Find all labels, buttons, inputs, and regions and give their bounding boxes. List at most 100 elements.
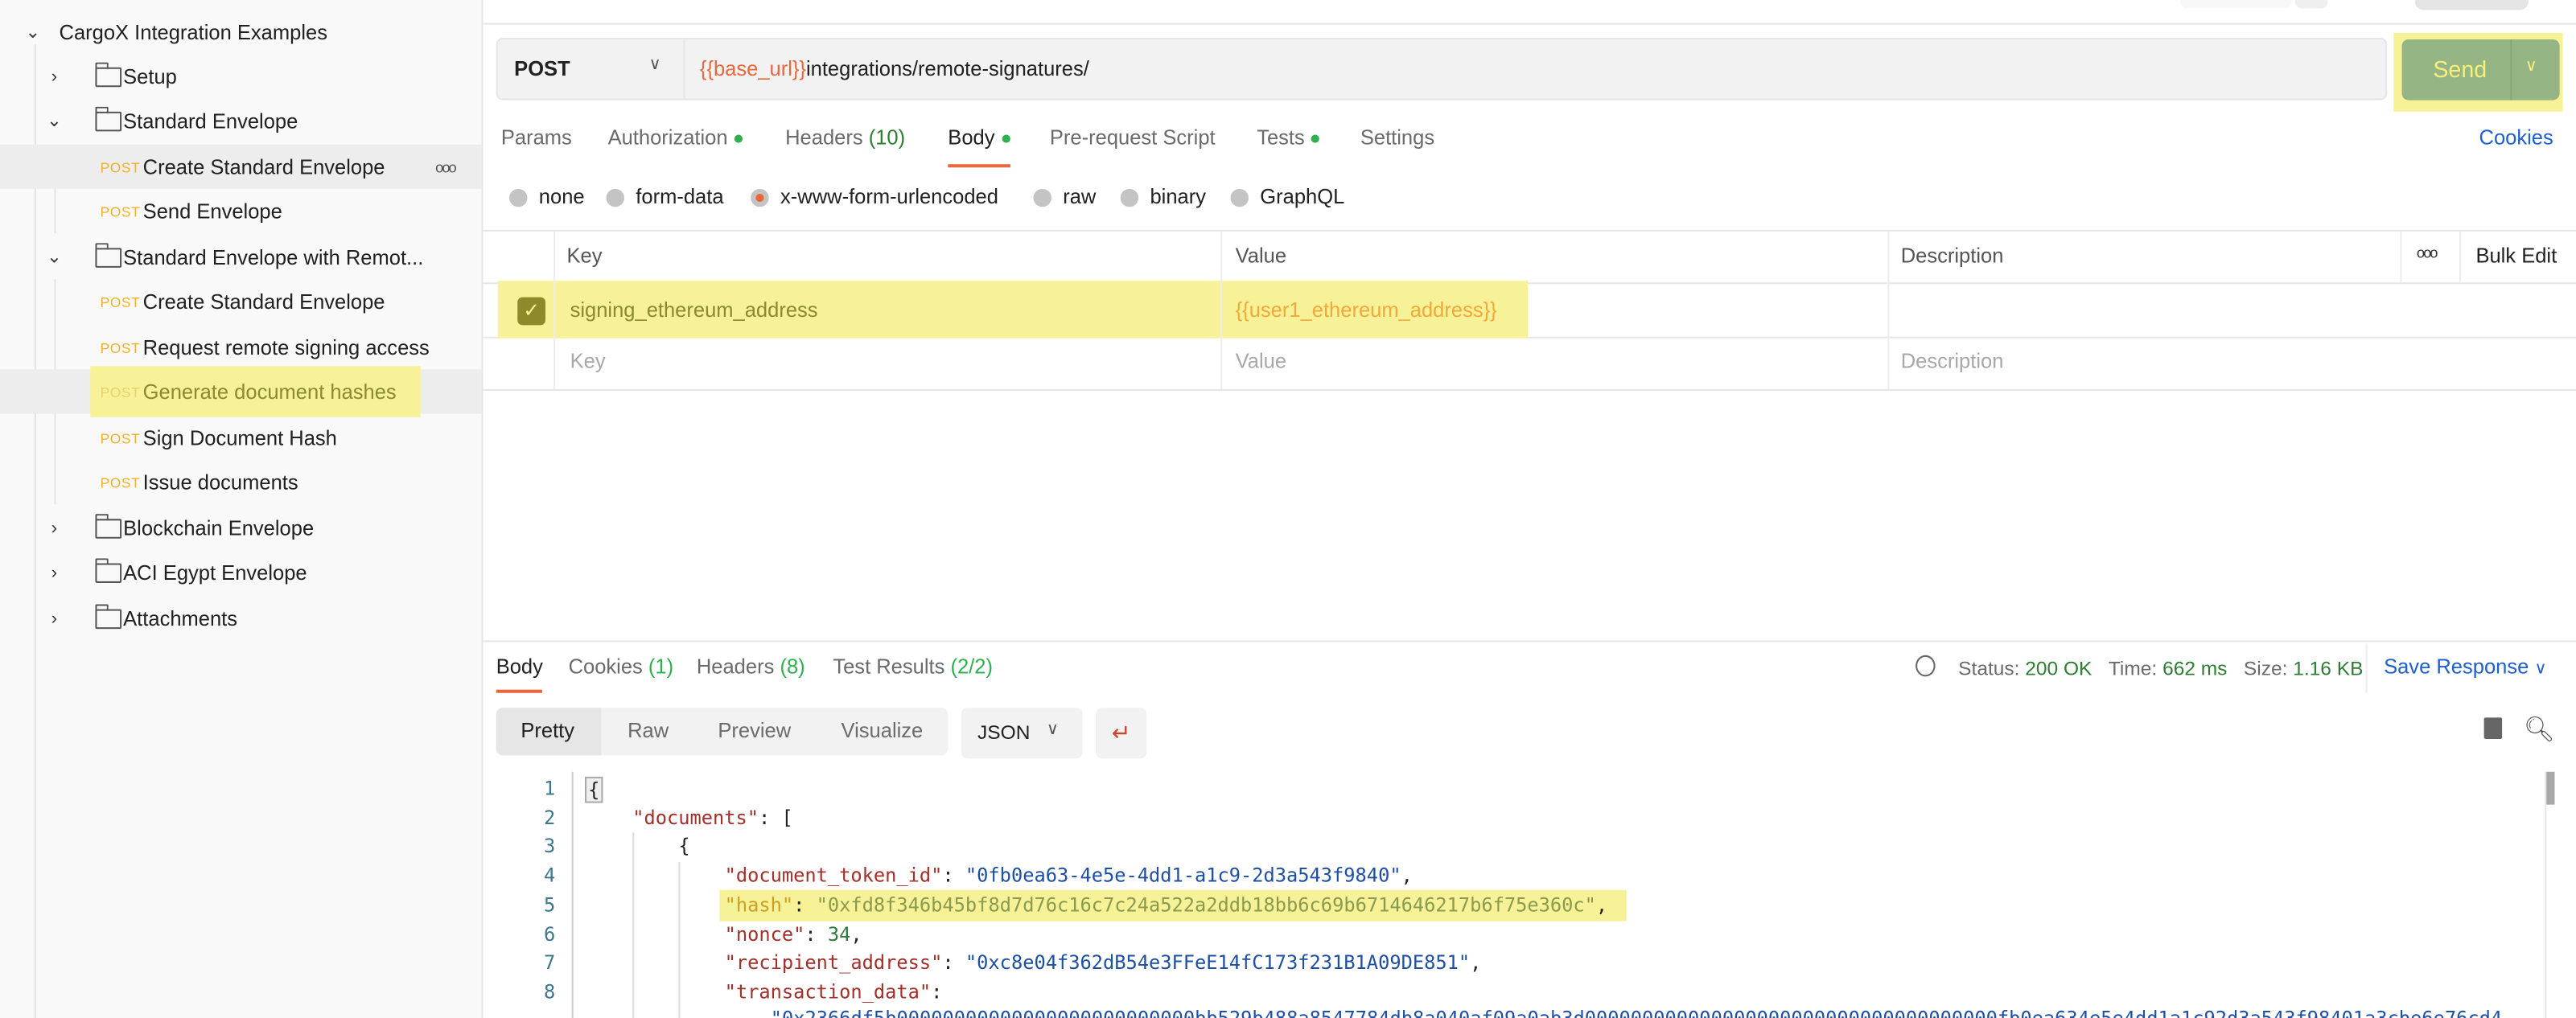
more-options-icon[interactable]: ooo xyxy=(435,158,457,174)
method-value: POST xyxy=(514,57,570,81)
view-mode-visualize[interactable]: Visualize xyxy=(842,719,924,742)
json-value: "0xc8e04f362dB54e3FFeE14fC173f231B1A09DE… xyxy=(965,950,1471,974)
sidebar-folder-blockchain-envelope[interactable]: › Blockchain Envelope xyxy=(0,506,481,550)
radio-raw[interactable]: raw xyxy=(1033,186,1096,208)
radio-graphql[interactable]: GraphQL xyxy=(1230,185,1345,209)
time-label: Time: xyxy=(2108,656,2158,680)
wrap-lines-icon[interactable]: ↵ xyxy=(1096,708,1147,759)
method-badge: POST xyxy=(100,383,141,400)
method-badge: POST xyxy=(100,293,141,310)
row-checkbox[interactable]: ✓ xyxy=(517,297,545,326)
sidebar-request-issue-documents[interactable]: POST Issue documents xyxy=(0,460,481,504)
folder-icon xyxy=(95,603,122,629)
sidebar-folder-standard-envelope-remote[interactable]: ⌄ Standard Envelope with Remot... xyxy=(0,235,481,279)
toolbar-button[interactable] xyxy=(2179,0,2292,9)
sidebar-request-create-standard-envelope[interactable]: POST Create Standard Envelope ooo xyxy=(0,144,482,189)
request-label: Request remote signing access xyxy=(142,335,430,359)
chevron-down-icon[interactable]: ⌄ xyxy=(43,110,66,132)
radio-icon xyxy=(606,187,624,207)
tab-tests[interactable]: Tests xyxy=(1257,126,1320,150)
folder-label: ACI Egypt Envelope xyxy=(123,560,307,584)
chevron-down-icon[interactable]: ∨ xyxy=(2525,57,2537,75)
radio-form-data[interactable]: form-data xyxy=(606,186,724,208)
view-toggle[interactable] xyxy=(2414,0,2529,10)
sidebar-folder-standard-envelope[interactable]: ⌄ Standard Envelope xyxy=(0,99,481,143)
url-input[interactable]: {{base_url}}integrations/remote-signatur… xyxy=(700,57,1089,80)
response-tab-body[interactable]: Body xyxy=(496,655,543,679)
view-mode-preview[interactable]: Preview xyxy=(718,719,791,742)
format-select[interactable]: JSON ∨ xyxy=(961,708,1083,759)
chevron-right-icon[interactable]: › xyxy=(43,609,66,629)
request-label: Sign Document Hash xyxy=(142,425,337,449)
folder-icon xyxy=(95,557,122,582)
copy-icon[interactable] xyxy=(2483,717,2503,739)
value-input[interactable]: Value xyxy=(1236,350,1286,373)
status-value[interactable]: 200 OK xyxy=(2025,657,2092,680)
send-button[interactable]: Send ∨ xyxy=(2401,39,2560,101)
scrollbar-thumb[interactable] xyxy=(2546,771,2555,805)
sidebar-folder-setup[interactable]: › Setup xyxy=(0,54,481,98)
chevron-down-icon[interactable]: ⌄ xyxy=(43,246,66,268)
response-tab-cookies[interactable]: Cookies (1) xyxy=(569,655,674,679)
chevron-right-icon[interactable]: › xyxy=(43,562,66,582)
sidebar-request-generate-document-hashes[interactable]: POST Generate document hashes xyxy=(0,366,482,417)
format-value: JSON xyxy=(977,720,1031,745)
tab-label: Test Results xyxy=(833,655,945,679)
size-value[interactable]: 1.16 KB xyxy=(2293,657,2363,680)
pane-divider[interactable] xyxy=(483,640,2576,642)
toolbar-dropdown[interactable] xyxy=(2294,0,2328,9)
cookies-link[interactable]: Cookies xyxy=(2479,126,2553,150)
radio-none[interactable]: none xyxy=(509,186,585,208)
divider xyxy=(2510,39,2512,101)
chevron-right-icon[interactable]: › xyxy=(43,518,66,538)
postman-window: ⌄ CargoX Integration Examples › Setup ⌄ … xyxy=(0,0,2576,1018)
tab-pre-request-script[interactable]: Pre-request Script xyxy=(1050,126,1216,150)
globe-icon[interactable] xyxy=(1916,655,1936,677)
sidebar-folder-aci-egypt[interactable]: › ACI Egypt Envelope xyxy=(0,550,481,594)
time-value[interactable]: 662 ms xyxy=(2162,657,2227,680)
folder-icon xyxy=(95,105,122,131)
json-key: "hash" xyxy=(724,893,794,917)
key-input[interactable]: signing_ethereum_address xyxy=(570,299,818,322)
tab-label: Tests xyxy=(1257,126,1305,150)
tab-body[interactable]: Body xyxy=(948,126,1010,150)
sidebar-request-create-standard-envelope-2[interactable]: POST Create Standard Envelope xyxy=(0,279,481,323)
radio-label: GraphQL xyxy=(1260,185,1345,209)
bulk-edit-button[interactable]: Bulk Edit xyxy=(2475,244,2557,268)
more-options-icon[interactable]: ooo xyxy=(2417,244,2438,261)
tab-params[interactable]: Params xyxy=(501,126,572,150)
view-mode-pretty[interactable]: Pretty xyxy=(496,708,602,756)
key-input[interactable]: Key xyxy=(570,350,606,373)
search-icon[interactable]: 🔍︎ xyxy=(2524,714,2555,744)
view-mode-raw[interactable]: Raw xyxy=(628,719,669,742)
save-response-button[interactable]: Save Response ∨ xyxy=(2384,655,2546,679)
json-key: "transaction_data" xyxy=(724,980,932,1004)
tab-count: (1) xyxy=(648,655,674,679)
tab-label: Authorization xyxy=(607,126,728,150)
tab-authorization[interactable]: Authorization xyxy=(608,126,743,150)
tab-headers[interactable]: Headers (10) xyxy=(785,126,905,150)
value-input[interactable]: {{user1_ethereum_address}} xyxy=(1236,299,1497,322)
folder-icon xyxy=(95,242,122,267)
url-path: integrations/remote-signatures/ xyxy=(805,57,1089,81)
sidebar-request-sign-document-hash[interactable]: POST Sign Document Hash xyxy=(0,416,481,460)
view-mode-selector: Pretty Raw Preview Visualize xyxy=(496,708,949,756)
description-input[interactable]: Description xyxy=(1901,350,2004,373)
radio-x-www-form-urlencoded[interactable]: x-www-form-urlencoded xyxy=(751,186,998,208)
json-value: 34 xyxy=(827,922,851,946)
description-input[interactable] xyxy=(1901,299,2394,322)
json-key: "recipient_address" xyxy=(724,950,943,974)
json-key: "nonce" xyxy=(724,922,805,946)
collection-cargox[interactable]: ⌄ CargoX Integration Examples xyxy=(0,10,481,54)
response-tab-test-results[interactable]: Test Results (2/2) xyxy=(833,655,993,679)
request-label: Create Standard Envelope xyxy=(142,289,385,314)
radio-binary[interactable]: binary xyxy=(1120,186,1206,208)
tab-settings[interactable]: Settings xyxy=(1360,126,1434,150)
sidebar-request-remote-signing-access[interactable]: POST Request remote signing access xyxy=(0,325,481,369)
method-select[interactable]: POST ∨ xyxy=(498,39,685,99)
response-tab-headers[interactable]: Headers (8) xyxy=(697,655,805,679)
sidebar-folder-attachments[interactable]: › Attachments xyxy=(0,596,481,640)
chevron-down-icon[interactable]: ⌄ xyxy=(22,22,45,43)
chevron-right-icon[interactable]: › xyxy=(43,67,66,87)
sidebar-request-send-envelope[interactable]: POST Send Envelope xyxy=(0,189,481,233)
